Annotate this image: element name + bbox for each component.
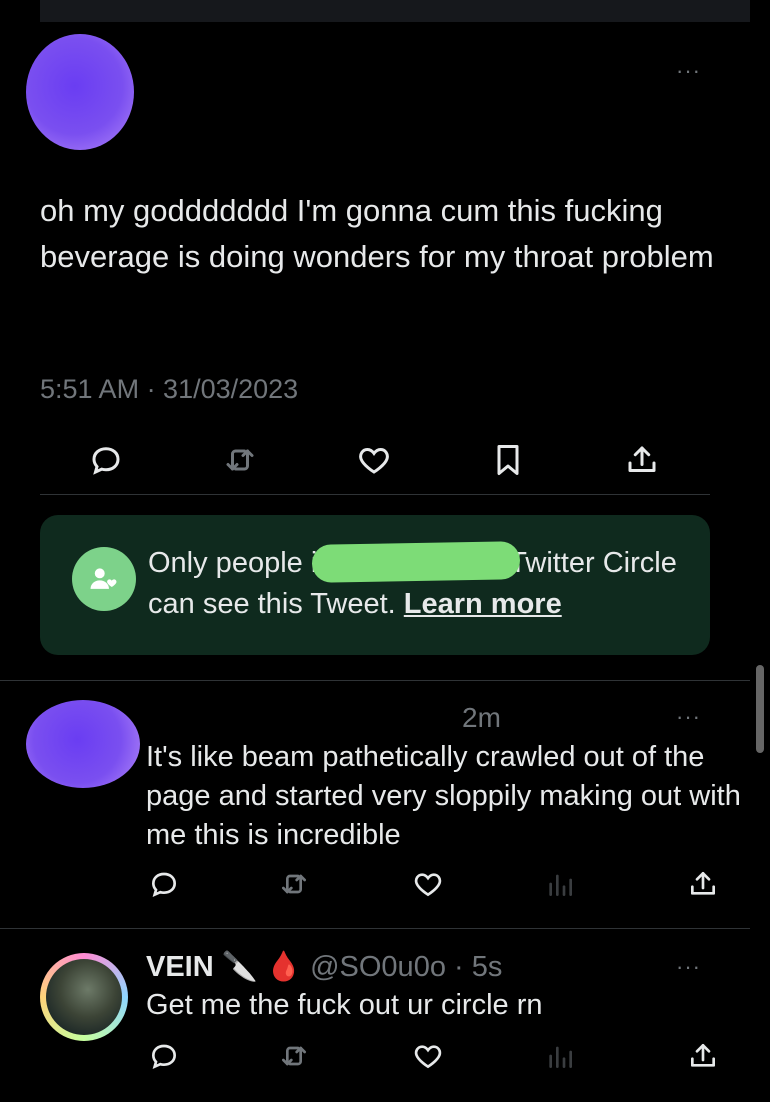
share-button[interactable]	[622, 440, 662, 480]
retweet-icon	[226, 449, 254, 471]
reply-text: It's like beam pathetically crawled out …	[146, 741, 741, 851]
retweet-icon	[282, 874, 306, 894]
like-button[interactable]	[410, 1038, 446, 1074]
reply-time[interactable]: 2m	[462, 702, 501, 734]
reply-button[interactable]	[146, 866, 182, 902]
retweet-button[interactable]	[276, 866, 312, 902]
scrollbar[interactable]	[756, 665, 764, 753]
share-icon	[691, 1044, 715, 1067]
retweet-button[interactable]	[276, 1038, 312, 1074]
vein-reply-text: Get me the fuck out ur circle rn	[146, 989, 543, 1021]
circle-people-icon	[72, 547, 136, 611]
bookmark-button[interactable]	[488, 440, 528, 480]
retweet-button[interactable]	[220, 440, 260, 480]
reply-button[interactable]	[86, 440, 126, 480]
vein-name-emoji: 🔪 🩸	[221, 951, 303, 983]
divider	[40, 494, 710, 495]
tweet-text: oh my goddddddd I'm gonna cum this fucki…	[40, 193, 714, 274]
vein-handle[interactable]: @SO0u0o · 5s	[310, 951, 502, 983]
vein-actions	[146, 1038, 721, 1074]
like-icon	[414, 873, 442, 897]
reply-button[interactable]	[146, 1038, 182, 1074]
bookmark-icon	[497, 445, 519, 475]
views-icon	[549, 1046, 572, 1068]
reply-actions	[146, 866, 721, 902]
top-bar	[40, 0, 750, 22]
vein-display-name[interactable]: VEIN	[146, 951, 214, 983]
learn-more-link[interactable]: Learn more	[404, 588, 562, 620]
share-icon	[628, 446, 656, 472]
divider	[0, 680, 750, 681]
tweet-timestamp[interactable]: 5:51 AM · 31/03/2023	[40, 374, 298, 405]
redaction-scribble	[311, 541, 521, 583]
circle-text-start: Only people i	[148, 547, 318, 579]
like-button[interactable]	[354, 440, 394, 480]
reply-more-button[interactable]: ···	[676, 706, 701, 728]
share-button[interactable]	[685, 866, 721, 902]
reply-icon	[151, 1044, 177, 1070]
tweet-actions	[40, 440, 710, 480]
like-icon	[414, 1045, 442, 1069]
reply-icon	[92, 447, 120, 475]
like-icon	[359, 447, 389, 474]
vein-more-button[interactable]: ···	[676, 956, 701, 978]
vein-header: VEIN 🔪 🩸 @SO0u0o · 5s	[146, 948, 502, 986]
share-button[interactable]	[685, 1038, 721, 1074]
views-icon	[549, 874, 572, 896]
views-button[interactable]	[542, 866, 578, 902]
vein-avatar[interactable]	[40, 953, 128, 1041]
retweet-icon	[282, 1046, 306, 1066]
more-options-button[interactable]: ···	[676, 60, 701, 82]
like-button[interactable]	[410, 866, 446, 902]
reply-avatar[interactable]	[26, 700, 140, 788]
views-button[interactable]	[542, 1038, 578, 1074]
author-avatar[interactable]	[26, 34, 134, 150]
share-icon	[691, 872, 715, 895]
reply-icon	[151, 872, 177, 898]
divider	[0, 928, 750, 929]
circle-notice: Only people i Twitter Circle can see this…	[40, 515, 710, 655]
